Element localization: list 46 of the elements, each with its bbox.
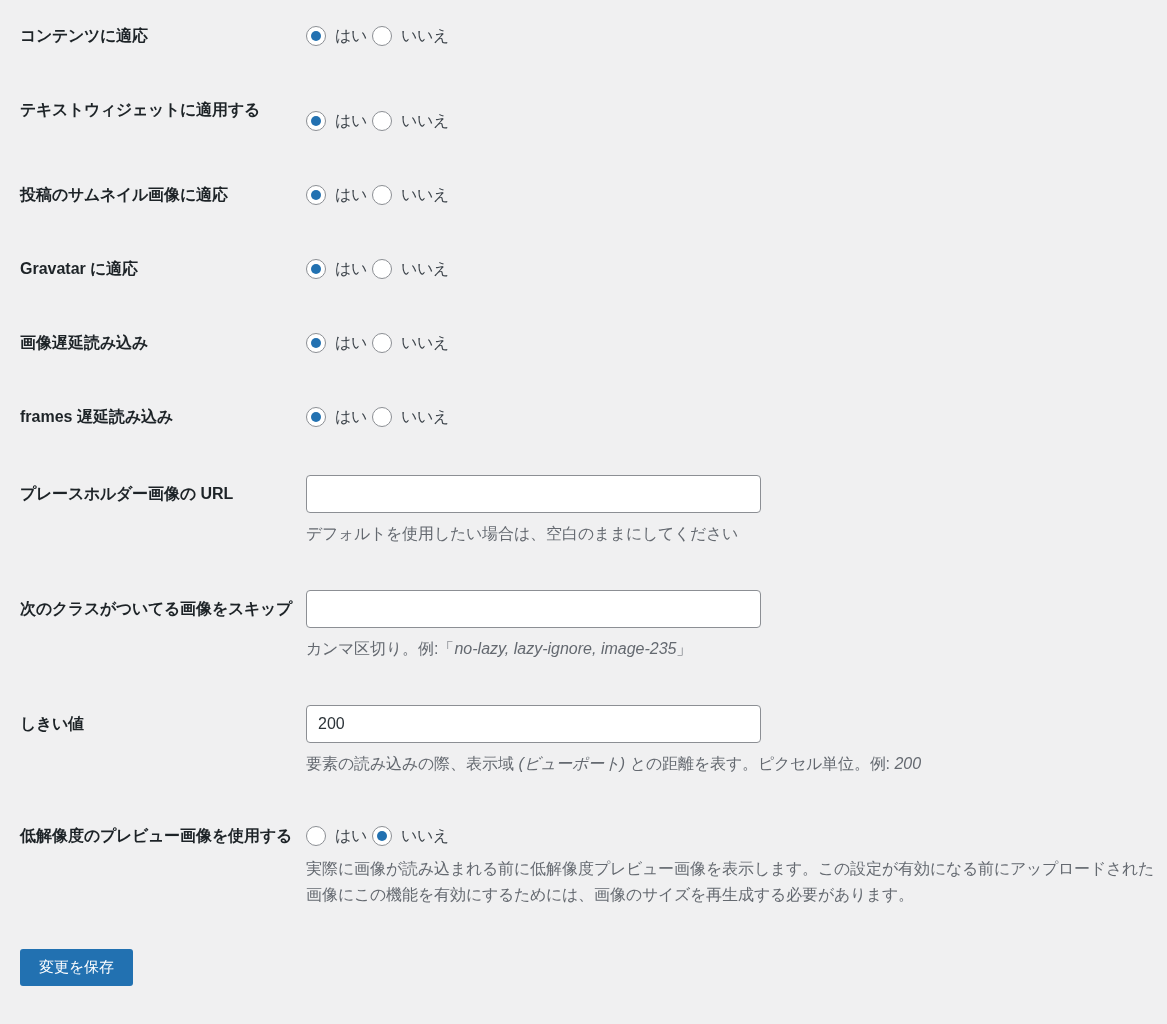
radio-button[interactable] [372, 185, 392, 205]
help-text: 実際に画像が読み込まれる前に低解像度プレビュー画像を表示します。この設定が有効になる前にアップロードされた画像にこの機能を有効にするためには、画像のサイズを再生成する必要があります。 [306, 859, 1155, 905]
radio-label: いいえ [401, 111, 449, 131]
setting-label: プレースホルダー画像の URL [20, 484, 235, 504]
help-text: デフォルトを使用したい場合は、空白のままにしてください [306, 524, 739, 544]
setting-label: テキストウィジェットに適用する [20, 100, 261, 120]
radio-button[interactable] [306, 407, 326, 427]
setting-label: コンテンツに適応 [20, 26, 149, 46]
help-text: 要素の読み込みの際、表示域 (ビューポート) との距離を表す。ピクセル単位。例: 200 [306, 754, 923, 774]
radio-label: いいえ [401, 407, 449, 427]
radio-label: はい [335, 111, 367, 131]
radio-button[interactable] [372, 826, 392, 846]
radio-label: はい [335, 826, 367, 846]
radio-button[interactable] [372, 26, 392, 46]
setting-label: 低解像度のプレビュー画像を使用する [20, 826, 293, 846]
radio-button[interactable] [372, 333, 392, 353]
radio-button[interactable] [306, 259, 326, 279]
help-text: カンマ区切り。例:「no-lazy, lazy-ignore, image-235」 [306, 639, 694, 659]
radio-button[interactable] [306, 26, 326, 46]
radio-button[interactable] [372, 259, 392, 279]
radio-label: はい [335, 26, 367, 46]
radio-button[interactable] [306, 111, 326, 131]
radio-label: いいえ [401, 259, 449, 279]
radio-button[interactable] [306, 333, 326, 353]
radio-button[interactable] [372, 111, 392, 131]
radio-label: はい [335, 259, 367, 279]
radio-label: いいえ [401, 826, 449, 846]
radio-label: いいえ [401, 333, 449, 353]
text-field[interactable]: 200 [306, 705, 761, 743]
radio-label: いいえ [401, 26, 449, 46]
text-field[interactable] [306, 590, 761, 628]
text-field[interactable] [306, 475, 761, 513]
radio-button[interactable] [306, 826, 326, 846]
radio-label: はい [335, 333, 367, 353]
radio-label: はい [335, 407, 367, 427]
radio-button[interactable] [306, 185, 326, 205]
setting-label: 投稿のサムネイル画像に適応 [20, 185, 229, 205]
save-button[interactable]: 変更を保存 [20, 949, 133, 986]
setting-label: 次のクラスがついてる画像をスキップ [20, 599, 294, 619]
setting-label: 画像遅延読み込み [20, 333, 149, 353]
setting-label: Gravatar に適応 [20, 259, 140, 279]
radio-label: いいえ [401, 185, 449, 205]
setting-label: frames 遅延読み込み [20, 407, 174, 427]
setting-label: しきい値 [20, 714, 85, 734]
radio-button[interactable] [372, 407, 392, 427]
radio-label: はい [335, 185, 367, 205]
